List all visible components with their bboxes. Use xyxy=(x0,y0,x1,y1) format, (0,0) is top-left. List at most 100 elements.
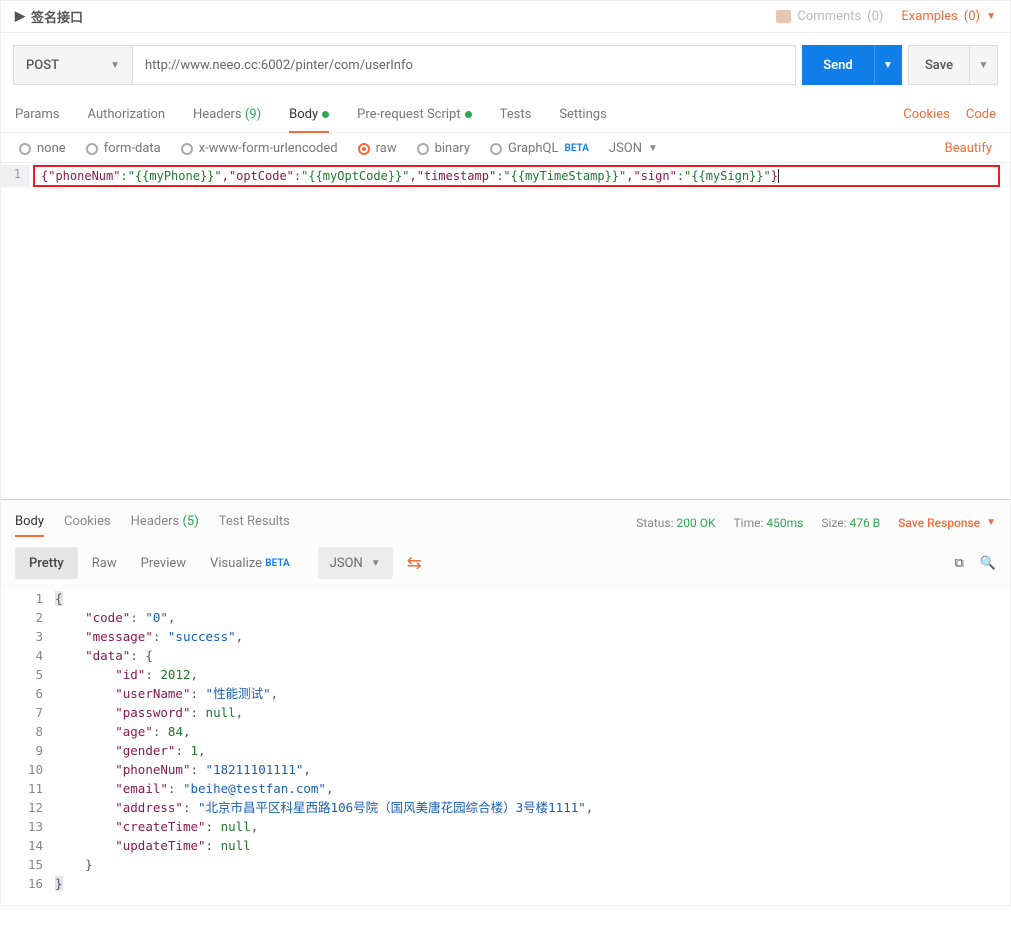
tab-headers-label: Headers xyxy=(193,107,242,122)
line-number: 11 xyxy=(1,779,43,798)
tok: ,"timestamp" xyxy=(409,169,496,183)
chevron-down-icon: ▼ xyxy=(648,143,658,154)
size-label: Size: xyxy=(821,516,846,530)
view-preview[interactable]: Preview xyxy=(131,547,196,579)
chevron-down-icon: ▼ xyxy=(110,60,120,71)
line-number: 9 xyxy=(1,741,43,760)
comments-count: (0) xyxy=(867,9,883,24)
line-number: 4 xyxy=(1,646,43,665)
tab-authorization[interactable]: Authorization xyxy=(88,97,166,132)
radio-form-data[interactable]: form-data xyxy=(86,141,161,156)
line-number: 7 xyxy=(1,703,43,722)
view-visualize[interactable]: Visualize BETA xyxy=(200,547,300,579)
resp-headers-label: Headers xyxy=(131,514,180,529)
save-button[interactable]: Save xyxy=(908,45,970,85)
send-button[interactable]: Send xyxy=(802,45,874,85)
line-number: 14 xyxy=(1,836,43,855)
line-number: 15 xyxy=(1,855,43,874)
line-number: 10 xyxy=(1,760,43,779)
chevron-down-icon: ▼ xyxy=(986,11,996,22)
size-value[interactable]: 476 B xyxy=(849,516,880,530)
resp-headers-count: (5) xyxy=(182,514,198,529)
beta-tag: BETA xyxy=(564,143,588,154)
tab-body[interactable]: Body xyxy=(289,97,329,132)
tab-prerequest-label: Pre-request Script xyxy=(357,107,460,122)
tab-headers-count: (9) xyxy=(245,107,261,122)
tab-tests[interactable]: Tests xyxy=(500,97,532,132)
chevron-down-icon: ▼ xyxy=(883,60,893,71)
status-value[interactable]: 200 OK xyxy=(677,516,716,530)
time-label: Time: xyxy=(734,516,764,530)
radio-form-label: form-data xyxy=(104,141,161,156)
resp-tab-tests[interactable]: Test Results xyxy=(219,508,290,537)
line-number: 8 xyxy=(1,722,43,741)
line-number: 2 xyxy=(1,608,43,627)
save-options-button[interactable]: ▼ xyxy=(970,45,998,85)
tab-settings[interactable]: Settings xyxy=(559,97,606,132)
request-body-editor[interactable]: 1 {"phoneNum":"{{myPhone}}","optCode":"{… xyxy=(1,163,1010,189)
url-value: http://www.neeo.cc:6002/pinter/com/userI… xyxy=(145,58,413,73)
tab-headers[interactable]: Headers (9) xyxy=(193,97,261,132)
line-number: 5 xyxy=(1,665,43,684)
collapse-icon[interactable]: ▶ xyxy=(15,9,25,24)
wrap-lines-icon[interactable]: ⇆ xyxy=(407,553,422,574)
radio-urlenc-label: x-www-form-urlencoded xyxy=(199,141,338,156)
tok: ,"optCode" xyxy=(222,169,294,183)
body-modified-dot xyxy=(322,111,329,118)
copy-icon[interactable]: ⧉ xyxy=(955,556,964,571)
url-input[interactable]: http://www.neeo.cc:6002/pinter/com/userI… xyxy=(133,45,796,85)
response-body-viewer[interactable]: 12345678910111213141516 { "code": "0", "… xyxy=(1,589,1010,905)
radio-graphql[interactable]: GraphQL BETA xyxy=(490,141,589,156)
line-number: 3 xyxy=(1,627,43,646)
radio-binary[interactable]: binary xyxy=(417,141,470,156)
radio-urlencoded[interactable]: x-www-form-urlencoded xyxy=(181,141,338,156)
line-number: 13 xyxy=(1,817,43,836)
radio-none-label: none xyxy=(37,141,66,156)
tok: :"{{myOptCode}}" xyxy=(294,169,410,183)
tab-prerequest[interactable]: Pre-request Script xyxy=(357,97,471,132)
tok: ,"sign" xyxy=(626,169,677,183)
method-select[interactable]: POST ▼ xyxy=(13,45,133,85)
method-value: POST xyxy=(26,58,59,73)
resp-tab-cookies[interactable]: Cookies xyxy=(64,508,111,537)
radio-none[interactable]: none xyxy=(19,141,66,156)
line-number: 1 xyxy=(14,167,21,181)
save-response-dropdown[interactable]: Save Response▼ xyxy=(898,516,996,530)
search-icon[interactable]: 🔍 xyxy=(980,556,996,571)
prerequest-modified-dot xyxy=(465,111,472,118)
body-format-select[interactable]: JSON ▼ xyxy=(609,141,658,156)
radio-raw-label: raw xyxy=(376,141,397,156)
chevron-down-icon: ▼ xyxy=(986,517,996,528)
line-number: 1 xyxy=(1,589,43,608)
tok: :"{{myTimeStamp}}" xyxy=(496,169,626,183)
time-value[interactable]: 450ms xyxy=(766,516,803,530)
tok: {"phoneNum" xyxy=(41,169,120,183)
tab-body-label: Body xyxy=(289,107,318,122)
comments-link[interactable]: Comments (0) xyxy=(776,9,883,24)
cookies-link[interactable]: Cookies xyxy=(903,107,950,122)
tok: :"{{myPhone}}" xyxy=(120,169,221,183)
radio-raw[interactable]: raw xyxy=(358,141,397,156)
line-number: 6 xyxy=(1,684,43,703)
radio-graphql-label: GraphQL xyxy=(508,141,558,156)
view-raw[interactable]: Raw xyxy=(82,547,127,579)
line-number: 16 xyxy=(1,874,43,893)
line-number: 12 xyxy=(1,798,43,817)
chevron-down-icon: ▼ xyxy=(371,558,381,569)
body-format-value: JSON xyxy=(609,141,642,156)
beautify-link[interactable]: Beautify xyxy=(945,141,992,156)
examples-label: Examples xyxy=(901,9,957,24)
request-title: 签名接口 xyxy=(31,7,83,26)
tab-params[interactable]: Params xyxy=(15,97,60,132)
view-pretty[interactable]: Pretty xyxy=(15,547,78,579)
code-link[interactable]: Code xyxy=(966,107,996,122)
resp-tab-headers[interactable]: Headers (5) xyxy=(131,508,199,537)
examples-dropdown[interactable]: Examples (0) ▼ xyxy=(901,9,996,24)
examples-count: (0) xyxy=(964,9,980,24)
radio-binary-label: binary xyxy=(435,141,470,156)
tok: } xyxy=(771,169,779,183)
send-options-button[interactable]: ▼ xyxy=(874,45,902,85)
comments-label: Comments xyxy=(797,9,861,24)
resp-tab-body[interactable]: Body xyxy=(15,508,44,537)
response-format-select[interactable]: JSON▼ xyxy=(318,547,393,579)
